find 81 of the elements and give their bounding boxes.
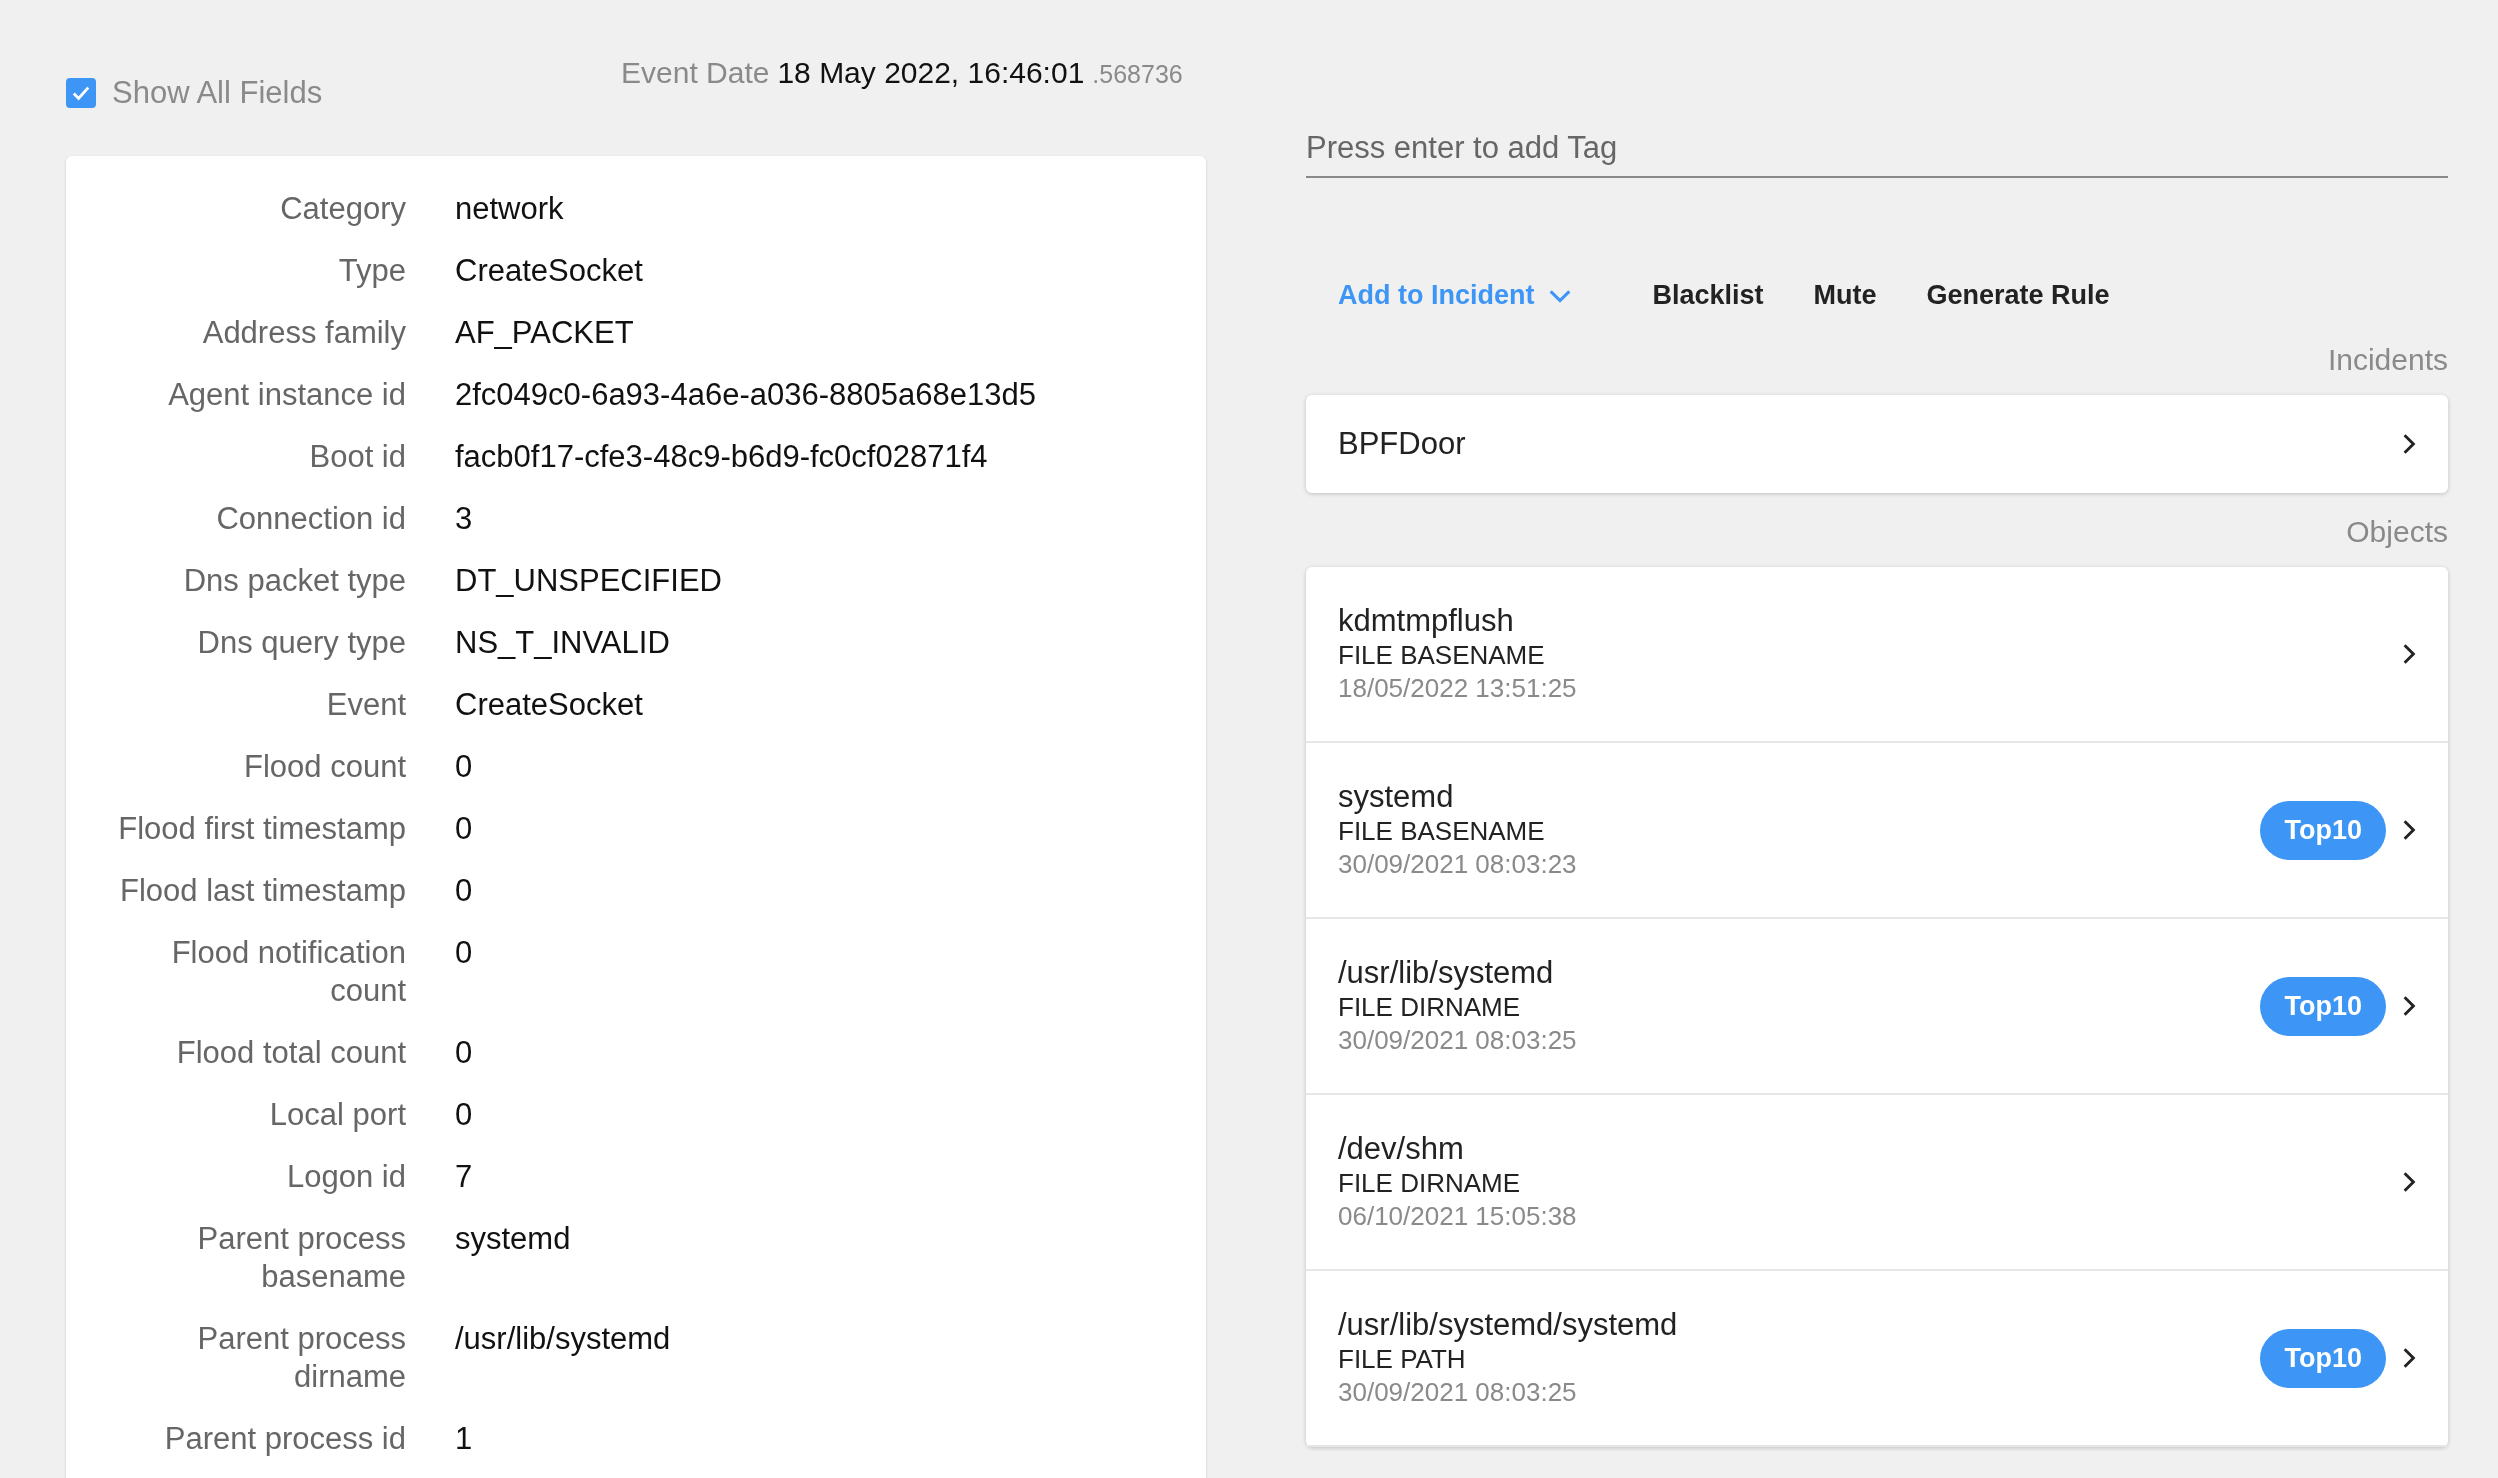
chevron-right-icon: [2402, 819, 2416, 841]
field-label: Parent process id: [163, 1420, 406, 1458]
field-label: Flood first timestamp: [117, 810, 406, 848]
checkbox[interactable]: [66, 78, 96, 108]
event-date-fraction: .568736: [1092, 60, 1183, 89]
field-value: 0: [455, 1096, 473, 1134]
chevron-right-icon: [2402, 1171, 2416, 1193]
checkbox-label: Show All Fields: [112, 75, 323, 111]
field-value: 0: [455, 872, 473, 910]
action-button[interactable]: Blacklist: [1634, 270, 1782, 321]
object-type: FILE PATH: [1338, 1343, 1467, 1376]
event-date-label: Event Date: [621, 56, 770, 90]
field-label: Address family: [201, 314, 406, 352]
field-value: 0: [455, 1034, 473, 1072]
section-heading: Incidents: [2326, 343, 2448, 377]
field-label: Local port: [268, 1096, 406, 1134]
field-label: Connection id: [215, 500, 406, 538]
field-value: 2fc049c0-6a93-4a6e-a036-8805a68e13d5: [455, 376, 1036, 414]
field-label: Flood notification count: [170, 934, 406, 1010]
field-value: 3: [455, 500, 473, 538]
chevron-down-icon: [1548, 288, 1573, 303]
field-label: Dns packet type: [182, 562, 406, 600]
field-value: CreateSocket: [455, 252, 643, 290]
object-type: FILE DIRNAME: [1338, 991, 1522, 1024]
field-label: Logon id: [286, 1158, 406, 1196]
field-value: AF_PACKET: [455, 314, 634, 352]
object-name: /usr/lib/systemd: [1338, 955, 1555, 991]
object-name: /dev/shm: [1338, 1131, 1465, 1167]
top10-badge: Top10: [2260, 800, 2386, 860]
field-label: Dns query type: [196, 624, 406, 662]
object-type: FILE DIRNAME: [1338, 1167, 1522, 1200]
field-label: Agent instance id: [167, 376, 406, 414]
event-date-value: 18 May 2022, 16:46:01: [777, 56, 1085, 90]
field-value: /usr/lib/systemd: [455, 1320, 671, 1358]
field-value: CreateSocket: [455, 686, 643, 724]
chevron-right-icon: [2402, 643, 2416, 665]
object-date: 30/09/2021 08:03:23: [1338, 848, 1578, 881]
object-name: /usr/lib/systemd/systemd: [1338, 1307, 1679, 1343]
object-item[interactable]: /usr/lib/systemd/systemd FILE PATH 30/09/2021 08:03:25 Top10: [1306, 1271, 2448, 1447]
object-item[interactable]: kdmtmpflush FILE BASENAME 18/05/2022 13:51:25: [1306, 567, 2448, 743]
field-value: 0: [455, 810, 473, 848]
field-label: Type: [337, 252, 406, 290]
object-item[interactable]: /usr/lib/systemd FILE DIRNAME 30/09/2021 08:03:25 Top10: [1306, 919, 2448, 1095]
tag-input-field[interactable]: Press enter to add Tag: [1306, 126, 2448, 178]
object-name: systemd: [1338, 779, 1455, 815]
object-date: 18/05/2022 13:51:25: [1338, 672, 1578, 705]
object-date: 30/09/2021 08:03:25: [1338, 1376, 1578, 1409]
object-date: 06/10/2021 15:05:38: [1338, 1200, 1578, 1233]
field-label: Flood count: [243, 748, 406, 786]
field-value: NS_T_INVALID: [455, 624, 670, 662]
field-label: Flood total count: [175, 1034, 406, 1072]
object-type: FILE BASENAME: [1338, 815, 1546, 848]
field-label: Event: [325, 686, 406, 724]
field-value: systemd: [455, 1220, 571, 1258]
field-value: DT_UNSPECIFIED: [455, 562, 722, 600]
field-label: Parent process dirname: [196, 1320, 406, 1396]
top10-badge: Top10: [2260, 1328, 2386, 1388]
object-name: kdmtmpflush: [1338, 603, 1515, 639]
field-value: facb0f17-cfe3-48c9-b6d9-fc0cf02871f4: [455, 438, 988, 476]
field-label: Boot id: [308, 438, 406, 476]
object-date: 30/09/2021 08:03:25: [1338, 1024, 1578, 1057]
field-value: 0: [455, 748, 473, 786]
field-value: 0: [455, 934, 473, 972]
field-label: Parent process basename: [196, 1220, 406, 1296]
section-heading: Objects: [2345, 515, 2448, 549]
incident-item[interactable]: BPFDoor: [1306, 395, 2448, 493]
object-item[interactable]: systemd FILE BASENAME 30/09/2021 08:03:23 Top10: [1306, 743, 2448, 919]
incident-name: BPFDoor: [1338, 426, 1467, 462]
chevron-right-icon: [2402, 1347, 2416, 1369]
object-item[interactable]: /dev/shm FILE DIRNAME 06/10/2021 15:05:38: [1306, 1095, 2448, 1271]
chevron-right-icon: [2402, 433, 2416, 455]
field-label: Category: [279, 190, 406, 228]
action-button[interactable]: Generate Rule: [1908, 270, 2128, 321]
field-value: 1: [455, 1420, 473, 1458]
action-button[interactable]: Mute: [1795, 270, 1895, 321]
object-type: FILE BASENAME: [1338, 639, 1546, 672]
top10-badge: Top10: [2260, 976, 2386, 1036]
chevron-right-icon: [2402, 995, 2416, 1017]
field-value: 7: [455, 1158, 473, 1196]
field-value: network: [455, 190, 564, 228]
field-label: Flood last timestamp: [119, 872, 406, 910]
